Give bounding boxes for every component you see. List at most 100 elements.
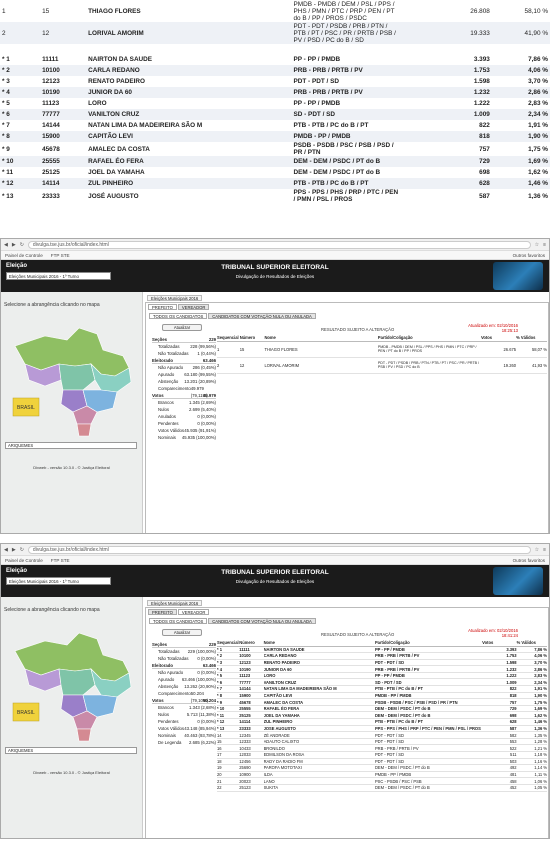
table-row[interactable]: 19 25690 PAROFA MOTOTAXI DEM - DEM / PSDC /… bbox=[217, 764, 547, 772]
table-row[interactable]: 17 12033 EDMILSON DA ROSA PDT - PDT / SD 511… bbox=[217, 751, 547, 759]
star-icon[interactable]: ☆ bbox=[535, 242, 539, 248]
forward-icon[interactable]: ▶ bbox=[12, 547, 16, 553]
cell-num: 10190 bbox=[40, 87, 87, 98]
table-row[interactable]: 18 12456 RADY DA RADIO FM PDT - PDT / SD 503… bbox=[217, 758, 547, 766]
bookmark-painel[interactable]: Painel de Controle bbox=[5, 253, 43, 258]
table-row[interactable]: * 6 77777 VANILTON CRUZ SD - PDT / SD 1.009 2… bbox=[217, 678, 547, 687]
table-row[interactable]: * 7 14144 NATAN LIMA DA MADEIREIRA SÃO M PT… bbox=[217, 685, 547, 693]
cell-seq: 16 bbox=[217, 744, 240, 752]
cell-name: RENATO PADEIRO bbox=[88, 78, 145, 85]
map-sidebar: Selecione a abrangência clicando no mapa… bbox=[1, 292, 143, 533]
table-row[interactable]: * 1 11111 NAIRTON DA SAUDE PP - PP / PMDB 3.… bbox=[217, 646, 547, 654]
cell-seq: * 8 bbox=[0, 131, 41, 142]
tab-prefeito[interactable]: PREFEITO bbox=[148, 609, 177, 615]
cell-seq: * 10 bbox=[0, 156, 41, 167]
brazil-map[interactable]: BRASIL bbox=[5, 320, 135, 438]
table-row[interactable]: * 2 10100 CARLA REDANO PRB - PRB / PRTB / P… bbox=[217, 652, 547, 660]
brazil-map[interactable]: BRASIL bbox=[5, 625, 135, 743]
cell-pct: 1,16 % bbox=[516, 758, 547, 766]
table-row[interactable]: * 10 25555 RAFAEL ÉO FERA DEM - DEM / PSDC … bbox=[217, 705, 547, 713]
tab-vereador[interactable]: VEREADOR bbox=[177, 609, 210, 615]
cell-num: 12123 bbox=[42, 78, 60, 85]
stat-label: Não Totalizadas bbox=[158, 351, 189, 356]
menu-icon[interactable]: ≡ bbox=[543, 242, 546, 248]
bookmark-other[interactable]: Outros favoritos bbox=[513, 253, 545, 258]
table-row[interactable]: * 13 23333 JOSE AUGUSTO PPS - PPS / PHS / P… bbox=[217, 725, 547, 733]
back-icon[interactable]: ◀ bbox=[4, 547, 8, 553]
city-select[interactable]: ARIQUEMES bbox=[5, 747, 137, 754]
cell-pct: 7,86 % bbox=[516, 646, 547, 654]
menu-icon[interactable]: ≡ bbox=[543, 547, 546, 553]
cell-seq: * 13 bbox=[217, 725, 240, 733]
cell-party: PMDB - PP / PMDB bbox=[374, 692, 483, 700]
cell-votes: 822 bbox=[479, 122, 490, 129]
results-area: Eleições Municipais 2016 PREFEITO VEREAD… bbox=[143, 597, 549, 838]
table-row[interactable]: * 12 14114 ZUL PINHEIRO PTB - PTB / PC do B… bbox=[217, 718, 547, 726]
tab-null-candidates[interactable]: CANDIDATOS COM VOTAÇÃO NULA OU ANULADA bbox=[208, 618, 316, 624]
table-row[interactable]: * 3 12123 RENATO PADEIRO PDT - PDT / SD 1.59… bbox=[217, 659, 547, 667]
bookmark-painel[interactable]: Painel de Controle bbox=[5, 558, 43, 563]
cell-party: SD - PDT / SD bbox=[374, 678, 483, 687]
table-row[interactable]: 20 10900 ILDA PMDB - PP / PMDB 481 1,11 % bbox=[217, 771, 547, 779]
tab-prefeito[interactable]: PREFEITO bbox=[148, 304, 177, 310]
city-select[interactable]: ARIQUEMES bbox=[5, 442, 137, 449]
doc-tab[interactable]: Eleições Municipais 2016 bbox=[147, 295, 203, 301]
bookmark-ftp[interactable]: FTP STE bbox=[51, 253, 70, 258]
bookmark-other[interactable]: Outros favoritos bbox=[513, 558, 545, 563]
tab-all-candidates[interactable]: TODOS OS CANDIDATOS bbox=[149, 313, 208, 319]
update-button[interactable]: Atualizar bbox=[162, 324, 202, 331]
cell-name: LORIVAL AMORIM bbox=[86, 22, 292, 44]
cell-seq: * 3 bbox=[2, 78, 10, 85]
table-row[interactable]: * 8 15900 CAPITÃO LEVI PMDB - PP / PMDB 818 1… bbox=[217, 692, 547, 700]
cell-name: ZUL PINHEIRO bbox=[86, 178, 292, 189]
table-row[interactable]: 15 12333 ADAUTO CALIXTO PDT - PDT / SD 553 1,… bbox=[217, 738, 547, 746]
reload-icon[interactable]: ↻ bbox=[20, 242, 24, 248]
table-row[interactable]: * 5 11123 LORO PP - PP / PMDB 1.222 2,83 % bbox=[217, 672, 547, 680]
table-row[interactable]: * 11 25125 JOEL DA YAMAHA DEM - DEM / PSDC … bbox=[217, 711, 547, 720]
col-seq: Sequencial bbox=[217, 639, 240, 647]
cell-name: RENATO PADEIRO bbox=[263, 659, 375, 667]
stat-label: Votos bbox=[152, 698, 164, 703]
table-row[interactable]: 16 10433 BRONILDO PRB - PRB / PRTB / PV 522 1… bbox=[217, 744, 547, 752]
cell-pct: 7,86 % bbox=[528, 56, 548, 63]
table-row[interactable]: 21 20023 LANO PSC - PSDB / PSC / PSB 458 1,06… bbox=[217, 777, 547, 785]
forward-icon[interactable]: ▶ bbox=[12, 242, 16, 248]
table-row[interactable]: 14 12345 ZÉ ANDRADE PDT - PDT / SD 582 1,35 % bbox=[217, 731, 547, 739]
stat-row: Nominais 45.935 (100,00%) bbox=[152, 434, 216, 441]
page-subtitle: Divulgação de Resultados de Eleições bbox=[235, 274, 315, 279]
bookmark-ftp[interactable]: FTP STE bbox=[51, 558, 70, 563]
table-row[interactable]: * 9 45678 AMALEC DA COSTA PSDB - PSDB / PSC… bbox=[217, 698, 547, 706]
tab-all-candidates[interactable]: TODOS OS CANDIDATOS bbox=[149, 618, 208, 624]
cell-seq: 20 bbox=[217, 771, 240, 779]
back-icon[interactable]: ◀ bbox=[4, 242, 8, 248]
tab-vereador[interactable]: VEREADOR bbox=[177, 304, 210, 310]
table-row[interactable]: * 4 10190 JUNIOR DA 60 PRB - PRB / PRTB / P… bbox=[217, 665, 547, 673]
stat-row: Eleitorado 63.466 bbox=[152, 662, 216, 669]
update-button[interactable]: Atualizar bbox=[162, 629, 202, 636]
cell-num: 12123 bbox=[239, 659, 264, 667]
stat-row: Votos 49.979 bbox=[152, 392, 216, 399]
svg-text:BRASIL: BRASIL bbox=[17, 405, 35, 411]
cell-num: 14114 bbox=[239, 718, 264, 726]
table-row[interactable]: 1 15 THIAGO FLORES PMDB - PMDB / DEM / PSL … bbox=[217, 341, 547, 358]
table-row[interactable]: 22 25123 SUKITA DEM - DEM / PSDC / PT do B4… bbox=[217, 784, 547, 792]
cell-party: PDT - PDT / SD bbox=[374, 758, 483, 766]
doc-tab[interactable]: Eleições Municipais 2016 bbox=[147, 600, 203, 606]
cell-party: PDT - PDT / SD bbox=[374, 751, 483, 759]
cell-seq: 21 bbox=[217, 777, 240, 785]
stat-label: Pendentes bbox=[158, 421, 179, 426]
address-bar[interactable]: divulga.tse.jus.br/oficial/index.html bbox=[27, 545, 531, 554]
table-row[interactable]: 2 12 LORIVAL AMORIM PDT - PDT / PSDB / PRB … bbox=[217, 357, 547, 374]
cell-party: PSC - PSDB / PSC / PSB bbox=[374, 777, 483, 785]
star-icon[interactable]: ☆ bbox=[535, 547, 539, 553]
address-bar[interactable]: divulga.tse.jus.br/oficial/index.html bbox=[27, 240, 531, 249]
cell-seq: * 8 bbox=[217, 692, 240, 700]
cell-votes: 822 bbox=[482, 685, 517, 693]
cell-party: PSDB - PSDB / PSC / PSB / PSD / PR / PTN bbox=[293, 142, 394, 156]
stat-value: 43.148 (85,94%) bbox=[184, 726, 216, 731]
cell-party: PTB - PTB / PC do B / PT bbox=[293, 122, 369, 129]
reload-icon[interactable]: ↻ bbox=[20, 547, 24, 553]
cell-pct: 41,93 % bbox=[516, 357, 547, 374]
tab-null-candidates[interactable]: CANDIDATOS COM VOTAÇÃO NULA OU ANULADA bbox=[208, 313, 316, 319]
cell-seq: 1 bbox=[2, 7, 6, 15]
